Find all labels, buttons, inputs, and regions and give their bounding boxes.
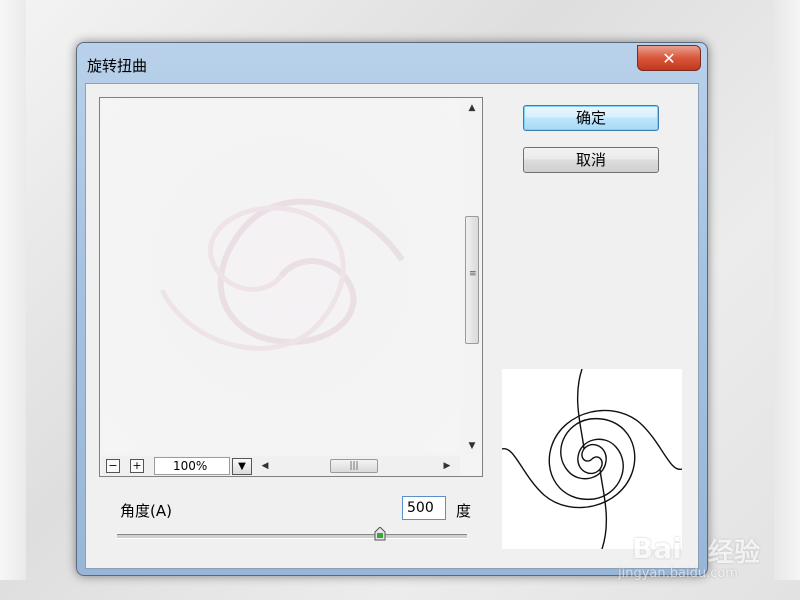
zoom-level-field[interactable]: 100% [154,457,230,475]
scroll-down-arrow-icon[interactable]: ▼ [463,438,481,454]
zoom-dropdown-icon[interactable]: ▼ [232,458,252,475]
watermark-url: jingyan.baidu.com [618,566,738,581]
ok-button[interactable]: 确定 [523,105,659,131]
zoom-out-button[interactable]: − [106,459,120,473]
dialog-client-area: ▲ ≡ ▼ − + 100% ▼ ◀ ||| ▶ 确定 取消 角度(A) 500… [85,83,699,569]
angle-slider-track[interactable] [117,534,467,539]
angle-slider-thumb[interactable] [374,527,386,541]
baidu-watermark: Bai 经验 jingyan.baidu.com [612,516,792,586]
cancel-button[interactable]: 取消 [523,147,659,173]
close-button[interactable]: ✕ [637,45,701,71]
title-bar[interactable]: 旋转扭曲 ✕ [77,43,707,83]
preview-vertical-scrollbar[interactable]: ▲ ≡ ▼ [463,100,481,454]
degree-unit-label: 度 [456,502,472,520]
scroll-up-arrow-icon[interactable]: ▲ [463,100,481,116]
horizontal-scroll-thumb[interactable]: ||| [330,459,378,473]
preview-frame: ▲ ≡ ▼ − + 100% ▼ ◀ ||| ▶ [99,97,483,477]
scroll-left-arrow-icon[interactable]: ◀ [258,458,272,474]
preview-bottom-bar: − + 100% ▼ ◀ ||| ▶ [102,456,460,476]
right-edge-strip [774,0,800,580]
vertical-scroll-thumb[interactable]: ≡ [465,216,479,344]
faint-swirl-image [159,198,405,351]
twirl-dialog: 旋转扭曲 ✕ ▲ ≡ ▼ − + 100% ▼ ◀ ||| ▶ 确定 取消 角度… [76,42,708,576]
grip-icon: ≡ [469,269,477,279]
watermark-brand-cn: 经验 [708,538,761,568]
scroll-right-arrow-icon[interactable]: ▶ [440,458,454,474]
left-edge-strip [0,0,26,580]
angle-label: 角度(A) [120,502,172,520]
dialog-title: 旋转扭曲 [87,57,148,75]
watermark-brand: Bai [632,532,682,565]
preview-canvas[interactable] [102,100,460,452]
zoom-in-button[interactable]: + [130,459,144,473]
angle-input[interactable]: 500 [402,496,446,520]
